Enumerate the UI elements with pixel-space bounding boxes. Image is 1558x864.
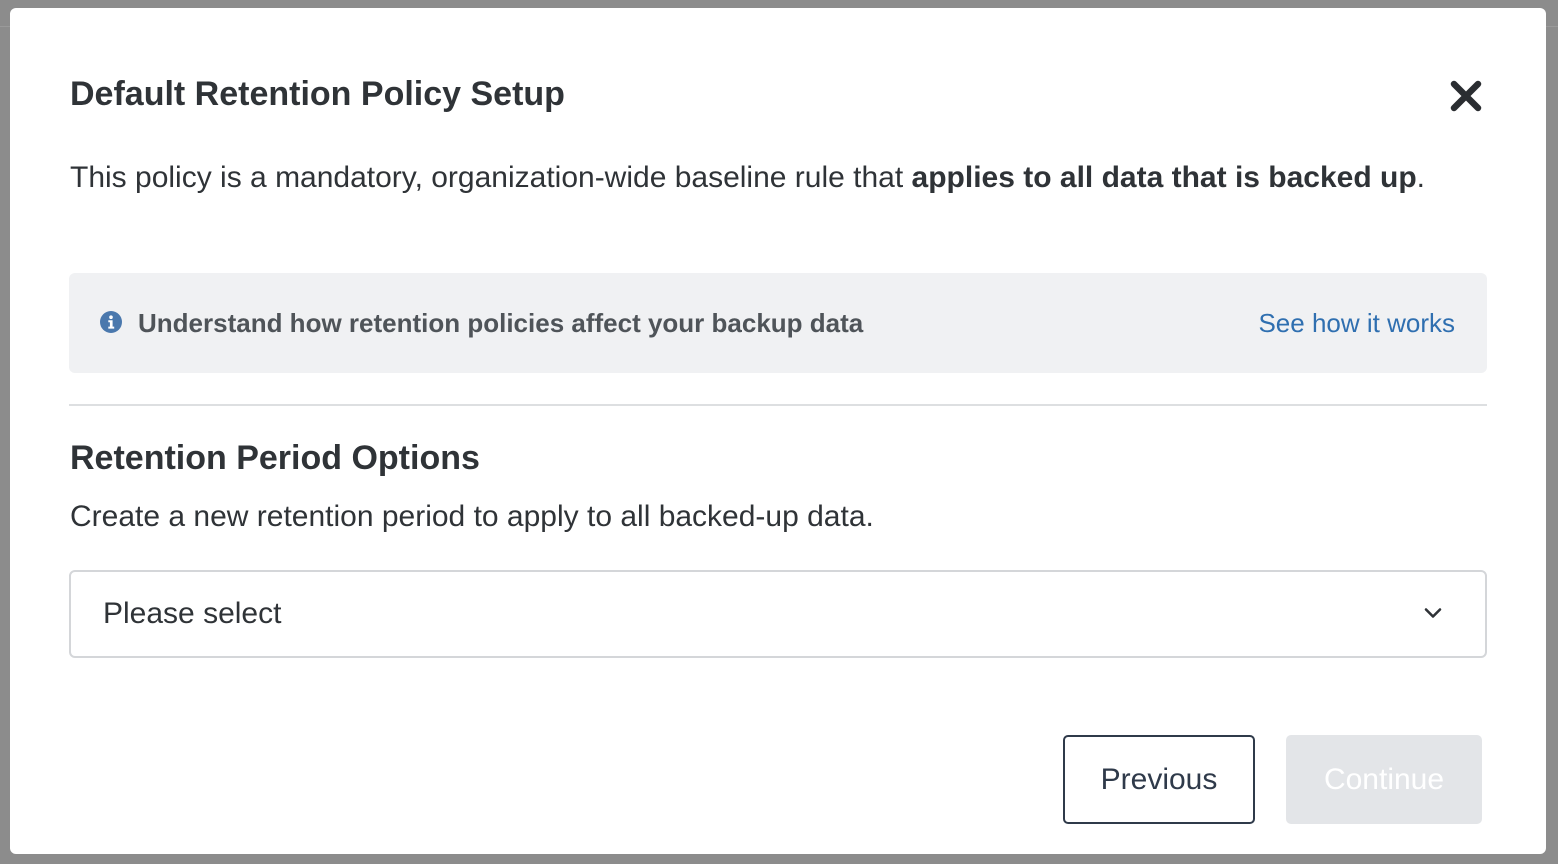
previous-button[interactable]: Previous (1063, 735, 1255, 824)
info-banner: Understand how retention policies affect… (69, 273, 1487, 373)
continue-button[interactable]: Continue (1286, 735, 1482, 824)
section-divider (69, 404, 1487, 406)
close-button[interactable] (1444, 74, 1488, 118)
policy-description-emphasis: applies to all data that is backed up (911, 161, 1417, 194)
chevron-down-icon (1424, 608, 1442, 618)
retention-period-select[interactable]: Please select (69, 570, 1487, 658)
modal-title: Default Retention Policy Setup (70, 75, 565, 113)
select-placeholder: Please select (103, 597, 282, 630)
policy-description-text: This policy is a mandatory, organization… (70, 161, 912, 194)
section-title: Retention Period Options (70, 439, 480, 477)
close-icon (1450, 80, 1482, 112)
retention-policy-modal: Default Retention Policy Setup This poli… (10, 8, 1546, 854)
policy-description-end: . (1416, 161, 1426, 194)
policy-description: This policy is a mandatory, organization… (70, 156, 1490, 200)
info-banner-text: Understand how retention policies affect… (138, 308, 864, 338)
see-how-it-works-link[interactable]: See how it works (1258, 307, 1455, 339)
info-circle-icon (100, 311, 122, 333)
section-description: Create a new retention period to apply t… (70, 500, 874, 533)
